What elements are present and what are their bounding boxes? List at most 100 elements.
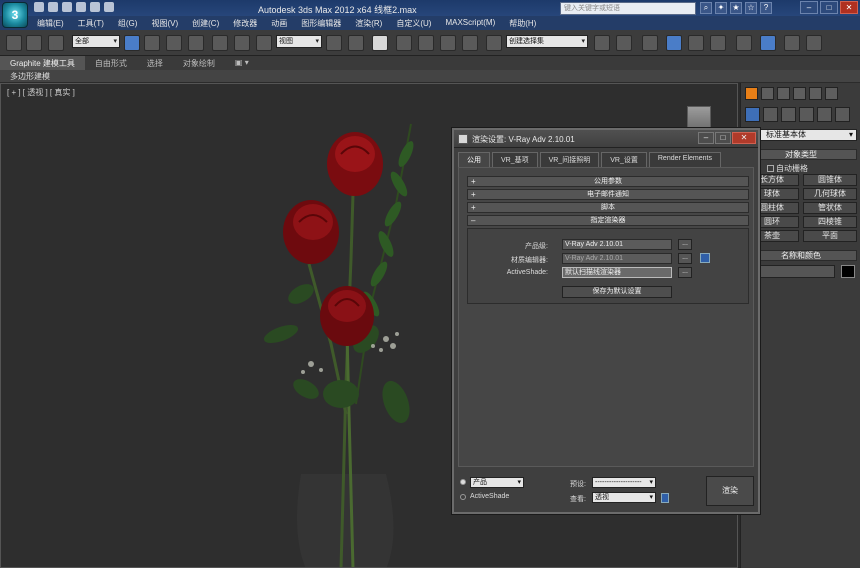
pivot-center-icon[interactable] xyxy=(326,35,342,51)
tab-freeform[interactable]: 自由形式 xyxy=(85,56,137,70)
redo-icon[interactable] xyxy=(90,2,100,12)
menu-rendering[interactable]: 渲染(R) xyxy=(348,16,389,30)
tab-common[interactable]: 公用 xyxy=(458,152,490,167)
help-icon[interactable]: ? xyxy=(760,2,772,14)
tab-selection[interactable]: 选择 xyxy=(137,56,173,70)
space-warps-icon[interactable] xyxy=(835,107,850,122)
activeshade-renderer-field[interactable]: 默认扫描线渲染器 xyxy=(562,267,672,278)
window-crossing-icon[interactable] xyxy=(188,35,204,51)
rotate-icon[interactable] xyxy=(234,35,250,51)
percent-snap-icon[interactable] xyxy=(440,35,456,51)
modify-tab-icon[interactable] xyxy=(761,87,774,100)
menu-maxscript[interactable]: MAXScript(M) xyxy=(438,16,502,30)
object-color-swatch[interactable] xyxy=(841,265,855,278)
rectangular-selection-icon[interactable] xyxy=(166,35,182,51)
named-selection-dropdown[interactable]: 创建选择集 xyxy=(506,35,588,48)
preset-dropdown[interactable]: -------------------- xyxy=(592,477,656,488)
bind-space-warp-icon[interactable] xyxy=(48,35,64,51)
assign-renderer-rollout[interactable]: – 指定渲染器 xyxy=(467,215,749,226)
tab-vray-indirect[interactable]: VR_间接照明 xyxy=(539,152,600,167)
cameras-icon[interactable] xyxy=(799,107,814,122)
keyboard-shortcut-override-icon[interactable] xyxy=(372,35,388,51)
tab-graphite-modeling[interactable]: Graphite 建模工具 xyxy=(0,56,85,70)
geosphere-button[interactable]: 几何球体 xyxy=(803,188,857,200)
object-type-rollout[interactable]: 对象类型 xyxy=(745,149,857,160)
search-input[interactable]: 键入关键字或短语 xyxy=(560,2,696,15)
activeshade-choose-button[interactable]: ... xyxy=(678,267,692,278)
dialog-title-bar[interactable]: 渲染设置: V-Ray Adv 2.10.01 – □ ✕ xyxy=(454,130,758,148)
pyramid-button[interactable]: 四棱锥 xyxy=(803,216,857,228)
plane-button[interactable]: 平面 xyxy=(803,230,857,242)
menu-group[interactable]: 组(G) xyxy=(111,16,145,30)
dialog-minimize-button[interactable]: – xyxy=(698,132,714,144)
project-folder-icon[interactable] xyxy=(104,2,114,12)
select-by-name-icon[interactable] xyxy=(144,35,160,51)
unlink-icon[interactable] xyxy=(26,35,42,51)
edit-named-selection-icon[interactable] xyxy=(486,35,502,51)
hierarchy-tab-icon[interactable] xyxy=(777,87,790,100)
name-and-color-rollout[interactable]: 名称和颜色 xyxy=(745,250,857,261)
snaps-toggle-icon[interactable] xyxy=(396,35,412,51)
angle-snap-icon[interactable] xyxy=(418,35,434,51)
view-dropdown[interactable]: 透视 xyxy=(592,492,656,503)
ribbon-options-button[interactable]: ▣ ▾ xyxy=(225,56,259,70)
spinner-snap-icon[interactable] xyxy=(462,35,478,51)
material-editor-renderer-field[interactable]: V-Ray Adv 2.10.01 xyxy=(562,253,672,264)
select-manipulate-icon[interactable] xyxy=(348,35,364,51)
selection-filter-dropdown[interactable]: 全部 xyxy=(72,35,120,48)
maximize-button[interactable]: □ xyxy=(820,1,838,14)
geometry-icon[interactable] xyxy=(745,107,760,122)
subscription-icon[interactable]: ✦ xyxy=(715,2,727,14)
lock-icon[interactable] xyxy=(700,253,710,263)
create-tab-icon[interactable] xyxy=(745,87,758,100)
save-file-icon[interactable] xyxy=(62,2,72,12)
autogrid-checkbox[interactable]: 自动栅格 xyxy=(767,163,808,174)
layer-manager-icon[interactable] xyxy=(642,35,658,51)
motion-tab-icon[interactable] xyxy=(793,87,806,100)
menu-tools[interactable]: 工具(T) xyxy=(71,16,111,30)
curve-editor-icon[interactable] xyxy=(688,35,704,51)
graphite-toggle-icon[interactable] xyxy=(666,35,682,51)
dialog-close-button[interactable]: ✕ xyxy=(732,132,756,144)
render-setup-icon[interactable] xyxy=(760,35,776,51)
menu-animation[interactable]: 动画 xyxy=(264,16,294,30)
reference-coord-dropdown[interactable]: 视图 xyxy=(276,35,322,48)
menu-create[interactable]: 创建(C) xyxy=(185,16,226,30)
cone-button[interactable]: 圆锥体 xyxy=(803,174,857,186)
mirror-icon[interactable] xyxy=(594,35,610,51)
view-lock-icon[interactable] xyxy=(661,493,669,503)
rendered-frame-window-icon[interactable] xyxy=(784,35,800,51)
render-button[interactable]: 渲染 xyxy=(706,476,754,506)
undo-icon[interactable] xyxy=(76,2,86,12)
production-radio[interactable] xyxy=(460,479,466,485)
tab-object-paint[interactable]: 对象绘制 xyxy=(173,56,225,70)
select-object-icon[interactable] xyxy=(124,35,140,51)
menu-views[interactable]: 视图(V) xyxy=(144,16,185,30)
primitive-category-dropdown[interactable]: 标准基本体 xyxy=(745,129,857,141)
utilities-tab-icon[interactable] xyxy=(825,87,838,100)
favorites-icon[interactable]: ☆ xyxy=(745,2,757,14)
material-editor-choose-button[interactable]: ... xyxy=(678,253,692,264)
menu-graph-editors[interactable]: 图形编辑器 xyxy=(294,16,348,30)
tab-vray-settings[interactable]: VR_设置 xyxy=(601,152,647,167)
menu-help[interactable]: 帮助(H) xyxy=(502,16,543,30)
common-parameters-rollout[interactable]: + 公用参数 xyxy=(467,176,749,187)
new-file-icon[interactable] xyxy=(34,2,44,12)
open-file-icon[interactable] xyxy=(48,2,58,12)
display-tab-icon[interactable] xyxy=(809,87,822,100)
close-button[interactable]: ✕ xyxy=(840,1,858,14)
minimize-button[interactable]: – xyxy=(800,1,818,14)
app-logo-icon[interactable]: 3 xyxy=(2,2,28,28)
tab-render-elements[interactable]: Render Elements xyxy=(648,152,721,167)
lights-icon[interactable] xyxy=(781,107,796,122)
select-link-icon[interactable] xyxy=(6,35,22,51)
render-production-icon[interactable] xyxy=(806,35,822,51)
schematic-view-icon[interactable] xyxy=(710,35,726,51)
polygon-modeling-label[interactable]: 多边形建模 xyxy=(10,71,50,82)
move-icon[interactable] xyxy=(212,35,228,51)
menu-edit[interactable]: 编辑(E) xyxy=(30,16,71,30)
production-choose-button[interactable]: ... xyxy=(678,239,692,250)
menu-customize[interactable]: 自定义(U) xyxy=(389,16,438,30)
tube-button[interactable]: 管状体 xyxy=(803,202,857,214)
align-icon[interactable] xyxy=(616,35,632,51)
